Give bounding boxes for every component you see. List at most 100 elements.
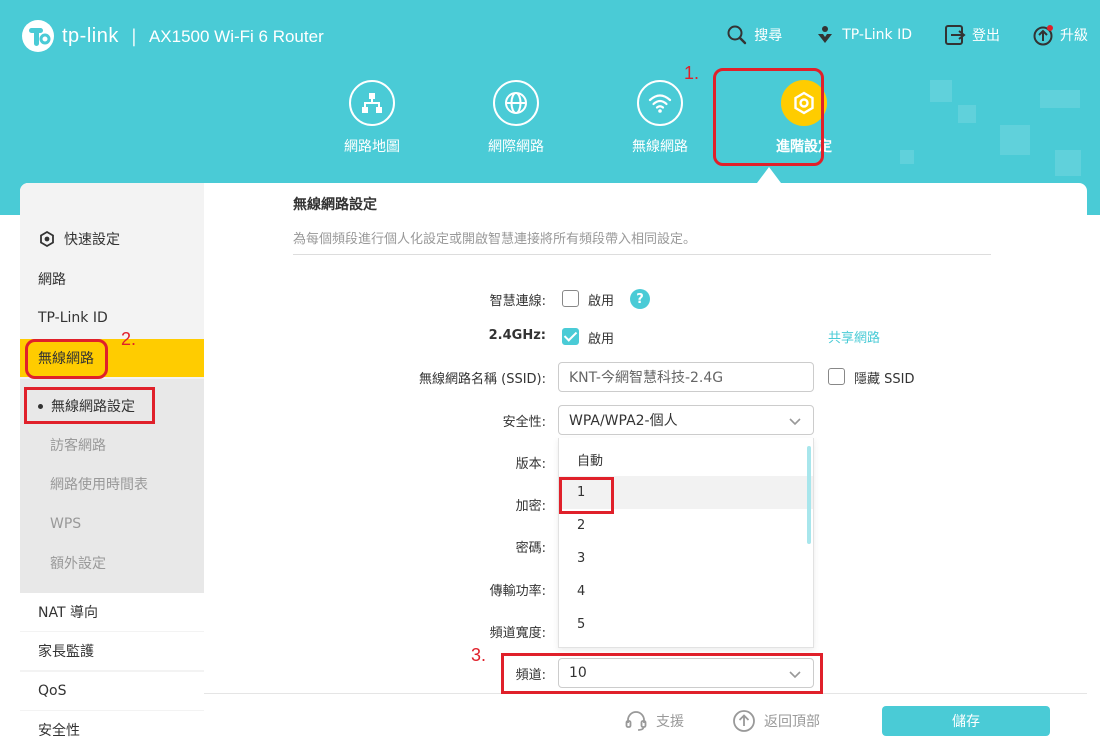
sidebar-item-tplink-id[interactable]: TP-Link ID xyxy=(20,299,204,337)
content: 無線網路設定 為每個頻段進行個人化設定或開啟智慧連接將所有頻段帶入相同設定。 智… xyxy=(204,183,1087,693)
tx-power-label: 傳輸功率: xyxy=(489,584,546,599)
decoration xyxy=(958,105,976,123)
sidebar-item-label: TP-Link ID xyxy=(38,310,108,326)
tab-internet[interactable]: 網際網路 xyxy=(444,80,588,156)
divider xyxy=(293,254,991,255)
decoration xyxy=(930,80,952,102)
share-network-link[interactable]: 共享網路 xyxy=(828,327,880,346)
sidebar-item-label: 安全性 xyxy=(38,723,80,739)
sidebar-subitem-label: 額外設定 xyxy=(50,556,106,572)
security-label: 安全性: xyxy=(502,415,546,430)
sidebar-subitem-guest-network[interactable]: 訪客網路 xyxy=(20,426,204,464)
sidebar-item-label: 快速設定 xyxy=(64,232,120,248)
sidebar-subitem-wps[interactable]: WPS xyxy=(20,505,204,543)
dropdown-option[interactable]: 2 xyxy=(559,509,813,542)
tab-wireless-label: 無線網路 xyxy=(632,139,688,155)
sidebar-item-label: QoS xyxy=(38,683,67,699)
dropdown-option[interactable]: 1 xyxy=(559,476,813,509)
search-link[interactable]: 搜尋 xyxy=(726,24,782,46)
decoration xyxy=(1000,125,1030,155)
sidebar-item-label: 家長監護 xyxy=(38,644,94,660)
sidebar-item-wireless[interactable]: 無線網路 xyxy=(20,339,204,377)
dropdown-scrollbar[interactable] xyxy=(807,446,811,544)
hide-ssid-checkbox[interactable] xyxy=(828,368,845,385)
brand: tp-link | AX1500 Wi-Fi 6 Router xyxy=(20,18,324,54)
section-title: 無線網路設定 xyxy=(293,197,377,213)
channel-value: 10 xyxy=(569,665,587,681)
sidebar: 快速設定 網路 TP-Link ID 無線網路 無線網路設定 訪客網路 網路使用… xyxy=(20,183,204,748)
dropdown-option[interactable]: 5 xyxy=(559,608,813,641)
save-button[interactable]: 儲存 xyxy=(882,706,1050,736)
footer: 支援 返回頂部 儲存 xyxy=(204,693,1087,748)
tab-internet-label: 網際網路 xyxy=(488,139,544,155)
channel-select[interactable]: 10 xyxy=(558,658,814,688)
sidebar-subitem-label: WPS xyxy=(50,516,82,532)
sidebar-item-label: NAT 導向 xyxy=(38,605,98,621)
band-enable-label: 啟用 xyxy=(588,332,615,347)
dropdown-option[interactable]: 自動 xyxy=(559,443,813,476)
band-enable-checkbox[interactable] xyxy=(562,328,579,345)
sidebar-subitem-schedule[interactable]: 網路使用時間表 xyxy=(20,465,204,503)
tab-network-map-label: 網路地圖 xyxy=(344,139,400,155)
band-label: 2.4GHz: xyxy=(488,328,546,343)
sidebar-subitem-additional[interactable]: 額外設定 xyxy=(20,544,204,582)
dropdown-option[interactable]: 4 xyxy=(559,575,813,608)
support-label: 支援 xyxy=(656,714,684,730)
main-nav: 網路地圖 網際網路 無線網路 進階設定 xyxy=(300,80,876,156)
smart-connect-label: 智慧連線: xyxy=(489,294,546,309)
support-link[interactable]: 支援 xyxy=(624,709,684,733)
hide-ssid-label: 隱藏 SSID xyxy=(854,372,915,387)
sidebar-subitem-label: 網路使用時間表 xyxy=(50,477,148,493)
back-to-top-link[interactable]: 返回頂部 xyxy=(732,709,820,733)
ssid-label: 無線網路名稱 (SSID): xyxy=(418,372,546,387)
brand-separator: | xyxy=(130,25,137,47)
back-to-top-label: 返回頂部 xyxy=(764,714,820,730)
step-2-label: 2. xyxy=(121,329,137,349)
sidebar-item-parental[interactable]: 家長監護 xyxy=(20,632,204,670)
channel-dropdown-list[interactable]: 自動 1 2 3 4 5 xyxy=(558,438,814,648)
sidebar-item-qos[interactable]: QoS xyxy=(20,672,204,710)
bandwidth-label: 頻道寬度: xyxy=(489,626,546,641)
gear-icon xyxy=(40,230,54,248)
gear-icon xyxy=(781,80,827,126)
tplink-id-link-label: TP-Link ID xyxy=(842,27,912,43)
search-link-label: 搜尋 xyxy=(754,28,783,44)
upgrade-link[interactable]: 升級 xyxy=(1032,24,1088,46)
chevron-down-icon xyxy=(789,671,801,679)
version-label: 版本: xyxy=(515,457,546,472)
tab-wireless[interactable]: 無線網路 xyxy=(588,80,732,156)
current-dot xyxy=(38,403,43,409)
sidebar-item-security[interactable]: 安全性 xyxy=(20,711,204,748)
chevron-down-icon xyxy=(789,418,801,426)
step-1-label: 1. xyxy=(684,63,700,83)
logo-text: tp-link xyxy=(62,24,119,47)
ssid-input[interactable] xyxy=(569,369,813,385)
help-icon[interactable]: ? xyxy=(630,289,650,309)
tab-advanced-label: 進階設定 xyxy=(776,139,832,155)
logout-link[interactable]: 登出 xyxy=(944,24,1000,46)
tplink-logo-icon xyxy=(20,18,56,54)
active-tab-pointer xyxy=(757,167,781,183)
security-value: WPA/WPA2-個人 xyxy=(569,413,678,429)
sidebar-item-quick-setup[interactable]: 快速設定 xyxy=(20,220,204,258)
headset-icon xyxy=(625,711,647,731)
logout-link-label: 登出 xyxy=(972,28,1000,44)
security-select[interactable]: WPA/WPA2-個人 xyxy=(558,405,814,435)
dropdown-option[interactable]: 3 xyxy=(559,542,813,575)
tplink-id-link[interactable]: TP-Link ID xyxy=(814,24,912,46)
tab-network-map[interactable]: 網路地圖 xyxy=(300,80,444,156)
arrow-up-icon xyxy=(733,710,755,732)
sidebar-item-nat[interactable]: NAT 導向 xyxy=(20,593,204,631)
decoration xyxy=(1055,150,1081,176)
tab-advanced[interactable]: 進階設定 xyxy=(732,80,876,156)
decoration xyxy=(1040,90,1080,108)
ssid-field[interactable] xyxy=(558,362,814,392)
logout-icon xyxy=(945,25,966,45)
model-name: AX1500 Wi-Fi 6 Router xyxy=(148,27,324,46)
top-links: 搜尋 TP-Link ID 登出 升級 xyxy=(726,24,1088,46)
wifi-icon xyxy=(637,80,683,126)
upgrade-icon xyxy=(1033,25,1053,46)
sidebar-item-network[interactable]: 網路 xyxy=(20,260,204,298)
sidebar-subitem-wireless-settings[interactable]: 無線網路設定 xyxy=(20,387,204,425)
smart-connect-checkbox[interactable] xyxy=(562,290,579,307)
